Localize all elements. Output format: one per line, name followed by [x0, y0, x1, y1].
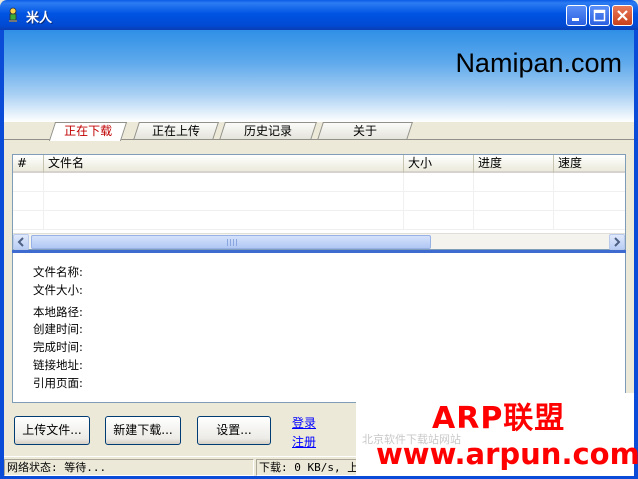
tab-label: 关于 [352, 124, 377, 138]
tab-label: 正在上传 [151, 124, 200, 138]
table-row[interactable] [13, 211, 625, 230]
title-bar[interactable]: 米人 [0, 0, 638, 30]
settings-button[interactable]: 设置... [197, 416, 271, 445]
watermark-title: ARP联盟 [432, 401, 566, 436]
scroll-thumb[interactable] [31, 235, 431, 249]
scroll-left-button[interactable] [13, 234, 29, 250]
tab-label: 正在下载 [64, 124, 113, 138]
list-header: # 文件名 大小 进度 速度 [13, 155, 625, 173]
window-frame-right [634, 30, 638, 479]
watermark-url: www.arpun.com [376, 437, 638, 471]
upload-file-button[interactable]: 上传文件... [14, 416, 90, 445]
detail-label-file-name: 文件名称: [33, 265, 83, 279]
maximize-icon [593, 9, 606, 22]
tab-downloading[interactable]: 正在下载 [48, 122, 128, 141]
tab-history[interactable]: 历史记录 [219, 122, 317, 140]
register-link[interactable]: 注册 [292, 433, 316, 450]
table-row[interactable] [13, 192, 625, 211]
minimize-button[interactable] [566, 5, 587, 26]
new-download-button[interactable]: 新建下载... [105, 416, 181, 445]
header-banner: Namipan.com [4, 30, 634, 122]
tab-uploading[interactable]: 正在上传 [133, 122, 219, 140]
app-icon [9, 7, 17, 22]
network-status: 网络状态: 等待... [4, 459, 254, 476]
detail-label-completed-time: 完成时间: [33, 340, 83, 354]
window-title: 米人 [26, 11, 53, 26]
login-link[interactable]: 登录 [292, 414, 316, 431]
watermark: 北京软件下载站网站 ARP联盟 www.arpun.com [356, 393, 638, 476]
maximize-button[interactable] [589, 5, 610, 26]
tab-strip: 正在下载 正在上传 历史记录 关于 [4, 122, 634, 141]
column-header-filename[interactable]: 文件名 [44, 155, 404, 173]
chevron-left-icon [17, 237, 24, 247]
table-row[interactable] [13, 173, 625, 192]
detail-label-created-time: 创建时间: [33, 322, 83, 336]
horizontal-scrollbar[interactable] [13, 233, 625, 250]
column-header-size[interactable]: 大小 [404, 155, 474, 173]
close-button[interactable] [612, 5, 633, 26]
close-icon [617, 10, 628, 21]
tab-label: 历史记录 [243, 124, 292, 138]
detail-label-file-size: 文件大小: [33, 283, 83, 297]
brand-text: Namipan.com [455, 48, 622, 78]
column-header-speed[interactable]: 速度 [554, 155, 625, 173]
minimize-icon [572, 18, 579, 21]
column-header-index[interactable]: # [13, 155, 44, 173]
file-details-panel: 文件名称: 文件大小: 本地路径: 创建时间: 完成时间: 链接地址: 引用页面… [12, 253, 626, 403]
detail-label-local-path: 本地路径: [33, 305, 83, 319]
scroll-right-button[interactable] [609, 234, 625, 250]
detail-label-link-address: 链接地址: [33, 358, 83, 372]
detail-label-referer-page: 引用页面: [33, 376, 83, 390]
download-list[interactable]: # 文件名 大小 进度 速度 [12, 154, 626, 250]
list-body [13, 173, 625, 230]
column-header-progress[interactable]: 进度 [474, 155, 554, 173]
chevron-right-icon [614, 237, 621, 247]
tab-about[interactable]: 关于 [317, 122, 413, 140]
